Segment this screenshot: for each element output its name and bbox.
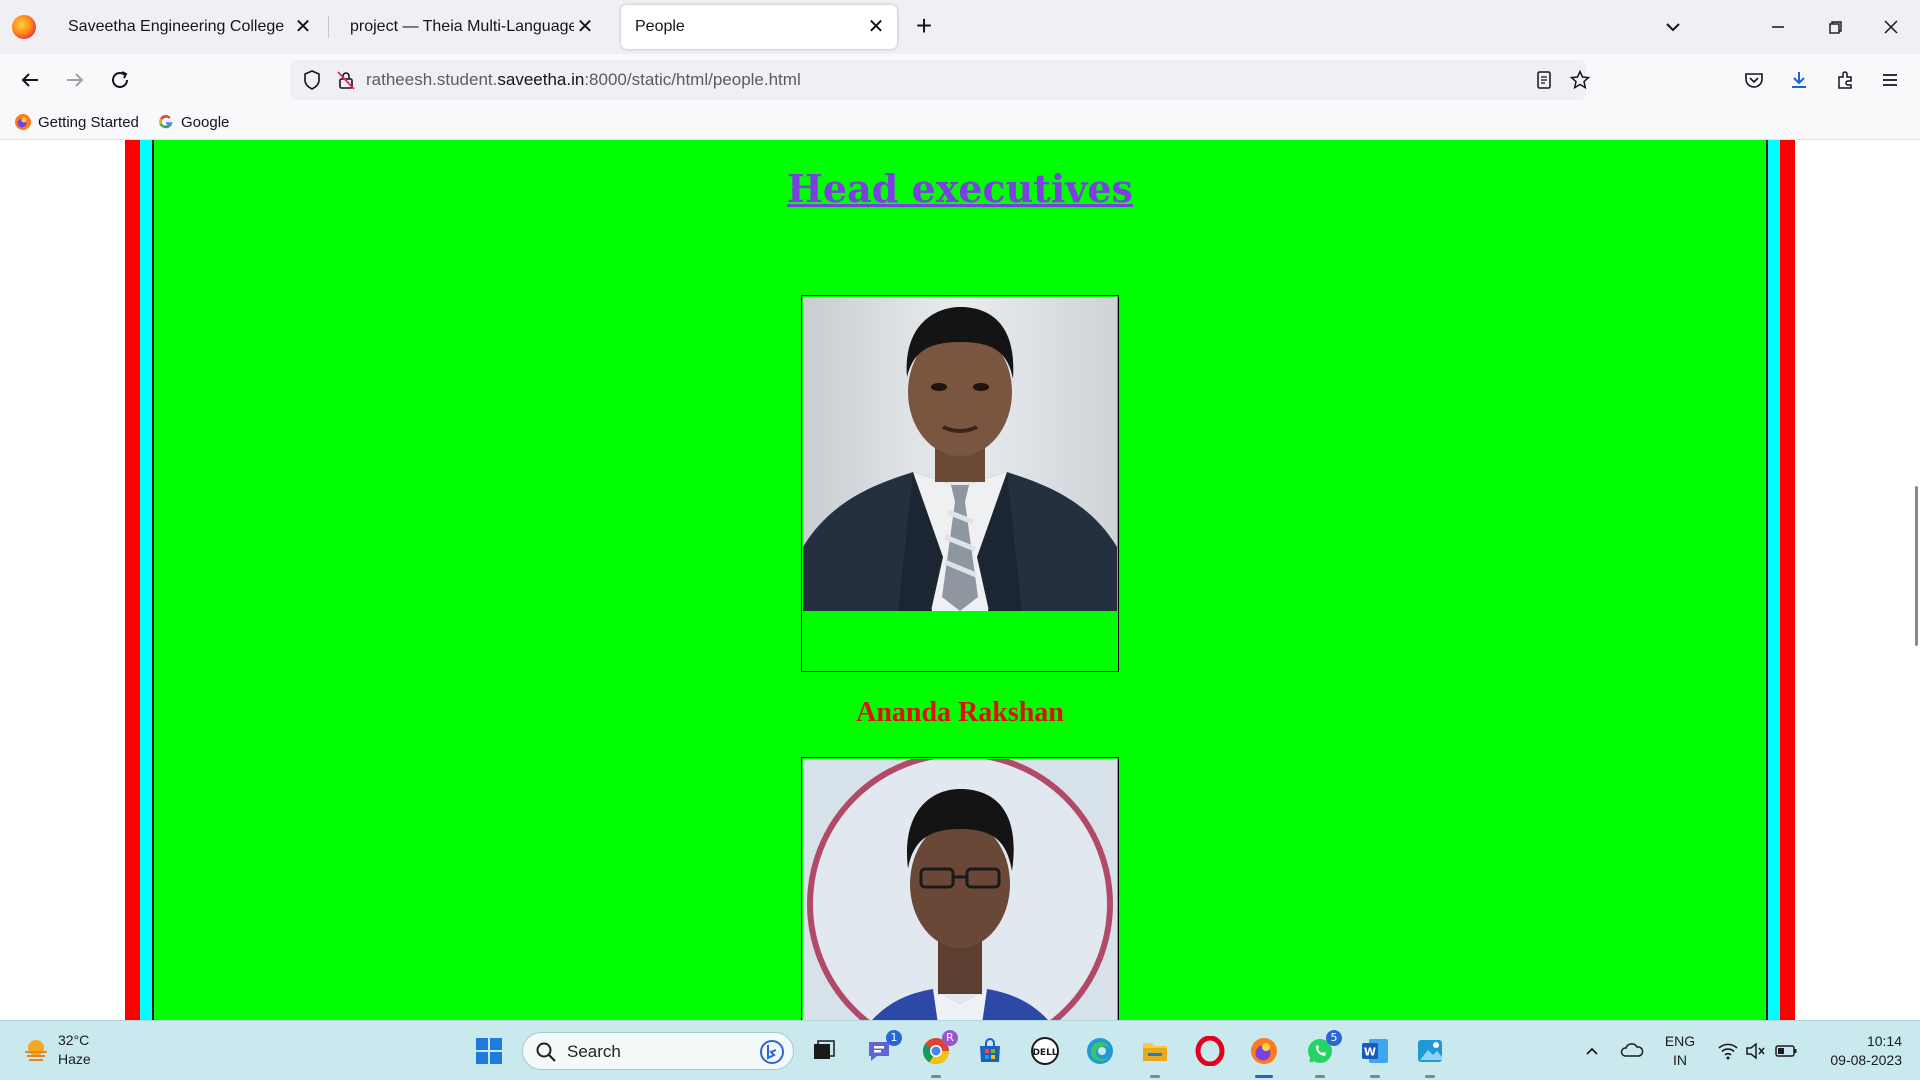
person-photo-frame <box>801 757 1119 1020</box>
tab-separator <box>328 16 329 38</box>
photos-icon[interactable] <box>1412 1033 1448 1078</box>
haze-weather-icon <box>25 1040 47 1061</box>
clock-date: 09-08-2023 <box>1830 1052 1902 1068</box>
weather-description: Haze <box>58 1051 91 1067</box>
bookmark-google[interactable]: Google <box>157 113 229 131</box>
url-suffix: :8000/static/html/people.html <box>584 70 801 89</box>
tab-strip: Saveetha Engineering College ✕ project —… <box>0 0 1920 54</box>
pocket-icon[interactable] <box>1738 64 1770 96</box>
weather-widget[interactable]: 32°C Haze <box>22 1031 91 1069</box>
svg-text:W: W <box>1364 1046 1376 1059</box>
running-indicator <box>1315 1075 1325 1078</box>
clock[interactable]: 10:14 09-08-2023 <box>1814 1032 1902 1070</box>
file-explorer-icon[interactable] <box>1137 1033 1173 1078</box>
notification-badge: 1 <box>886 1030 902 1046</box>
show-hidden-icons-chevron-icon[interactable] <box>1574 1033 1610 1069</box>
close-icon[interactable]: ✕ <box>574 16 596 38</box>
tab-people[interactable]: People ✕ <box>621 5 897 49</box>
running-indicator <box>931 1075 941 1078</box>
reload-button[interactable] <box>104 64 136 96</box>
url-prefix: ratheesh.student. <box>366 70 498 89</box>
running-indicator <box>1425 1075 1435 1078</box>
back-button[interactable] <box>14 64 46 96</box>
notification-badge: 5 <box>1326 1030 1342 1046</box>
microsoft-store-icon[interactable] <box>972 1033 1008 1069</box>
bookmarks-toolbar: Getting Started Google <box>0 106 1920 140</box>
url-domain: saveetha.in <box>497 70 585 89</box>
minimize-button[interactable] <box>1763 12 1793 42</box>
taskbar-search[interactable]: Search <box>522 1032 794 1070</box>
running-indicator <box>1370 1075 1380 1078</box>
profile-badge: R <box>942 1030 958 1046</box>
running-indicator <box>1150 1075 1160 1078</box>
insecure-lock-icon[interactable] <box>330 64 362 96</box>
reader-view-icon[interactable] <box>1528 64 1560 96</box>
clock-time: 10:14 <box>1866 1033 1902 1049</box>
restore-button[interactable] <box>1820 12 1850 42</box>
search-icon <box>536 1042 556 1062</box>
navigation-toolbar: ratheesh.student.saveetha.in:8000/static… <box>0 54 1920 106</box>
person-photo-frame <box>801 295 1119 672</box>
firefox-taskbar-icon[interactable] <box>1246 1033 1282 1078</box>
word-icon[interactable]: W <box>1357 1033 1393 1078</box>
tab-theia-project[interactable]: project — Theia Multi-Language Ex ✕ <box>336 5 606 49</box>
edge-icon[interactable] <box>1082 1033 1118 1069</box>
svg-text:DELL: DELL <box>1032 1048 1057 1058</box>
bookmark-star-icon[interactable] <box>1564 64 1596 96</box>
web-page: Head executives Ananda Rakshan <box>0 140 1920 1020</box>
content-area: Head executives Ananda Rakshan <box>154 140 1766 1020</box>
close-icon[interactable]: ✕ <box>865 16 887 38</box>
dell-icon[interactable]: DELL <box>1027 1033 1063 1069</box>
forward-button[interactable] <box>59 64 91 96</box>
battery-icon[interactable] <box>1768 1033 1804 1069</box>
tab-label: People <box>635 18 685 35</box>
active-indicator <box>1255 1075 1273 1078</box>
tab-label: Saveetha Engineering College <box>68 18 285 35</box>
firefox-menu-icon[interactable] <box>12 15 36 39</box>
region-code: IN <box>1673 1052 1687 1068</box>
teams-chat-icon[interactable]: 1 <box>862 1030 902 1069</box>
weather-temperature: 32°C <box>58 1032 90 1048</box>
scrollbar-thumb[interactable] <box>1915 486 1918 646</box>
tracking-protection-shield-icon[interactable] <box>296 64 328 96</box>
person-name: Ananda Rakshan <box>856 697 1064 728</box>
url-bar[interactable]: ratheesh.student.saveetha.in:8000/static… <box>290 60 1591 100</box>
close-window-button[interactable] <box>1876 12 1906 42</box>
close-icon[interactable]: ✕ <box>292 16 314 38</box>
bing-icon <box>760 1040 784 1064</box>
hamburger-menu-icon[interactable] <box>1874 64 1906 96</box>
windows-start-icon[interactable] <box>471 1033 507 1069</box>
opera-icon[interactable] <box>1192 1033 1228 1069</box>
extensions-icon[interactable] <box>1829 64 1861 96</box>
chrome-icon[interactable]: R <box>918 1030 958 1078</box>
bookmark-getting-started[interactable]: Getting Started <box>14 113 139 131</box>
google-icon <box>157 113 175 131</box>
person-photo <box>803 759 1117 1020</box>
task-view-icon[interactable] <box>806 1033 842 1069</box>
page-heading-link[interactable]: Head executives <box>154 166 1766 211</box>
url-text[interactable]: ratheesh.student.saveetha.in:8000/static… <box>366 70 801 90</box>
windows-taskbar: 32°C Haze Search 1 R DELL 5 W ENG IN 10:… <box>0 1020 1920 1080</box>
downloads-icon[interactable] <box>1783 64 1815 96</box>
tab-label: project — Theia Multi-Language Ex <box>350 18 574 35</box>
list-all-tabs-icon[interactable] <box>1660 14 1686 40</box>
language-code: ENG <box>1664 1033 1696 1049</box>
search-placeholder: Search <box>567 1042 621 1061</box>
language-indicator[interactable]: ENG IN <box>1662 1032 1698 1070</box>
person-photo <box>803 297 1117 611</box>
tab-saveetha[interactable]: Saveetha Engineering College ✕ <box>54 5 324 49</box>
onedrive-sync-icon[interactable] <box>1614 1033 1650 1069</box>
new-tab-button[interactable]: + <box>910 12 938 41</box>
firefox-icon <box>14 113 32 131</box>
bookmark-label: Google <box>181 113 230 131</box>
whatsapp-icon[interactable]: 5 <box>1302 1030 1342 1078</box>
bookmark-label: Getting Started <box>38 113 139 131</box>
